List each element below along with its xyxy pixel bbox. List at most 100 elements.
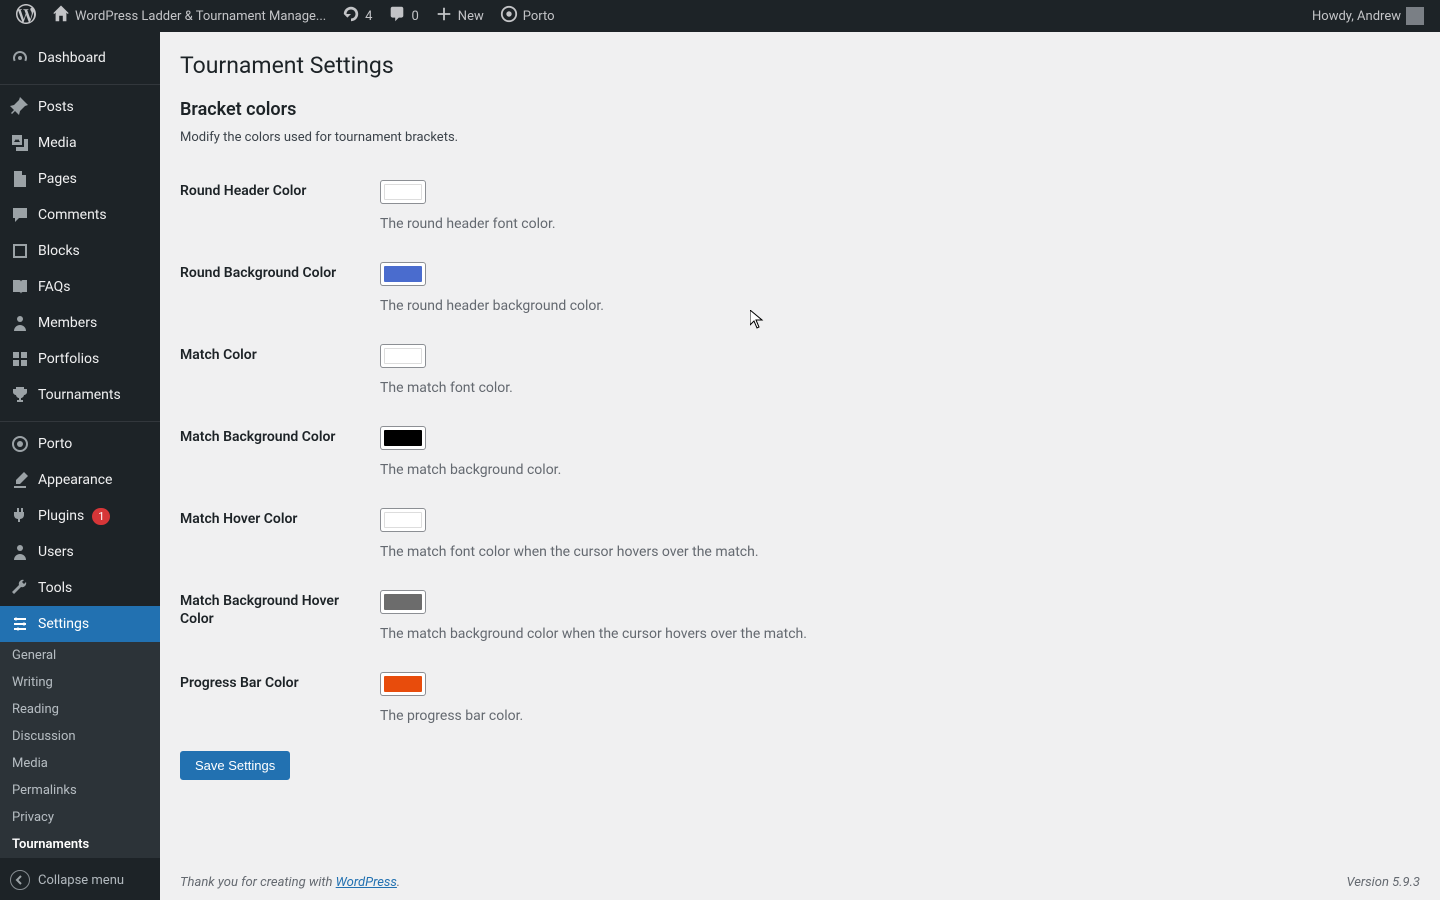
comments-count: 0 <box>411 9 418 24</box>
separator <box>0 417 160 422</box>
field-value: The round header font color. <box>380 180 1420 232</box>
sidebar-item-tools[interactable]: Tools <box>0 570 160 606</box>
color-picker[interactable] <box>380 262 426 286</box>
submenu-privacy[interactable]: Privacy <box>0 804 160 831</box>
submenu-discussion[interactable]: Discussion <box>0 723 160 750</box>
wrench-icon <box>10 578 30 598</box>
admin-bar: WordPress Ladder & Tournament Manage... … <box>0 0 1440 32</box>
trophy-icon <box>10 385 30 405</box>
sidebar-item-label: Users <box>38 544 74 560</box>
account[interactable]: Howdy, Andrew <box>1304 0 1432 32</box>
color-picker[interactable] <box>380 672 426 696</box>
sidebar-item-users[interactable]: Users <box>0 534 160 570</box>
field-value: The match font color when the cursor hov… <box>380 508 1420 560</box>
sidebar-item-label: Media <box>38 135 77 151</box>
field-label: Match Background Color <box>180 426 380 478</box>
page-icon <box>10 169 30 189</box>
field-help: The match background color when the curs… <box>380 626 1420 642</box>
sidebar-item-label: Settings <box>38 616 89 632</box>
wordpress-icon <box>16 4 36 28</box>
sidebar-item-label: Dashboard <box>38 50 106 66</box>
avatar <box>1406 7 1424 25</box>
save-button[interactable]: Save Settings <box>180 751 290 780</box>
field-row: Match Hover Color The match font color w… <box>180 493 1420 575</box>
sidebar-item-portfolios[interactable]: Portfolios <box>0 341 160 377</box>
submenu-permalinks[interactable]: Permalinks <box>0 777 160 804</box>
sidebar-item-label: Pages <box>38 171 77 187</box>
sidebar-item-label: Members <box>38 315 97 331</box>
field-help: The match font color when the cursor hov… <box>380 544 1420 560</box>
sidebar-item-comments[interactable]: Comments <box>0 197 160 233</box>
submenu-writing[interactable]: Writing <box>0 669 160 696</box>
sidebar-item-appearance[interactable]: Appearance <box>0 462 160 498</box>
settings-form: Round Header Color The round header font… <box>180 165 1420 739</box>
color-swatch <box>384 512 422 528</box>
collapse-menu[interactable]: Collapse menu <box>0 860 160 900</box>
sidebar-item-label: FAQs <box>38 279 71 295</box>
sidebar-item-media[interactable]: Media <box>0 125 160 161</box>
field-help: The round header font color. <box>380 216 1420 232</box>
footer-thanks: Thank you for creating with WordPress. <box>180 875 400 890</box>
color-picker[interactable] <box>380 426 426 450</box>
sidebar-item-members[interactable]: Members <box>0 305 160 341</box>
admin-sidebar: Dashboard Posts Media Pages Comments Blo… <box>0 32 160 900</box>
grid-icon <box>10 349 30 369</box>
submenu-media[interactable]: Media <box>0 750 160 777</box>
field-value: The progress bar color. <box>380 672 1420 724</box>
sidebar-item-porto[interactable]: Porto <box>0 426 160 462</box>
field-row: Round Background Color The round header … <box>180 247 1420 329</box>
block-icon <box>10 241 30 261</box>
field-row: Round Header Color The round header font… <box>180 165 1420 247</box>
color-picker[interactable] <box>380 344 426 368</box>
updates-count: 4 <box>365 9 372 24</box>
submenu-tournaments[interactable]: Tournaments <box>0 831 160 858</box>
submenu-general[interactable]: General <box>0 642 160 669</box>
sidebar-item-label: Porto <box>38 436 72 452</box>
field-row: Match Color The match font color. <box>180 329 1420 411</box>
footer: Thank you for creating with WordPress. V… <box>160 865 1440 900</box>
plug-icon <box>10 506 30 526</box>
color-swatch <box>384 266 422 282</box>
field-row: Match Background Color The match backgro… <box>180 411 1420 493</box>
porto-icon <box>500 5 518 27</box>
color-picker[interactable] <box>380 508 426 532</box>
porto-label: Porto <box>523 9 555 24</box>
sidebar-item-faqs[interactable]: FAQs <box>0 269 160 305</box>
sidebar-item-label: Portfolios <box>38 351 99 367</box>
sidebar-item-tournaments[interactable]: Tournaments <box>0 377 160 413</box>
comment-icon <box>388 5 406 27</box>
color-picker[interactable] <box>380 180 426 204</box>
sidebar-item-dashboard[interactable]: Dashboard <box>0 40 160 76</box>
field-label: Match Color <box>180 344 380 396</box>
field-label: Match Background Hover Color <box>180 590 380 642</box>
color-swatch <box>384 594 422 610</box>
field-value: The match font color. <box>380 344 1420 396</box>
plus-icon <box>435 5 453 27</box>
comments[interactable]: 0 <box>380 0 426 32</box>
pin-icon <box>10 97 30 117</box>
collapse-icon <box>10 870 30 890</box>
sidebar-item-plugins[interactable]: Plugins 1 <box>0 498 160 534</box>
field-label: Match Hover Color <box>180 508 380 560</box>
color-picker[interactable] <box>380 590 426 614</box>
new-content[interactable]: New <box>427 0 492 32</box>
submenu-reading[interactable]: Reading <box>0 696 160 723</box>
updates[interactable]: 4 <box>334 0 380 32</box>
wp-logo[interactable] <box>8 0 44 32</box>
sidebar-item-pages[interactable]: Pages <box>0 161 160 197</box>
page-title: Tournament Settings <box>180 52 1420 79</box>
porto-menu[interactable]: Porto <box>492 0 563 32</box>
settings-submenu: General Writing Reading Discussion Media… <box>0 642 160 858</box>
sidebar-item-posts[interactable]: Posts <box>0 89 160 125</box>
sidebar-item-settings[interactable]: Settings <box>0 606 160 642</box>
sidebar-item-label: Tournaments <box>38 387 121 403</box>
person-icon <box>10 313 30 333</box>
wordpress-link[interactable]: WordPress <box>336 875 397 890</box>
sidebar-item-blocks[interactable]: Blocks <box>0 233 160 269</box>
site-name[interactable]: WordPress Ladder & Tournament Manage... <box>44 0 334 32</box>
plugins-badge: 1 <box>92 508 110 525</box>
field-label: Round Header Color <box>180 180 380 232</box>
color-swatch <box>384 184 422 200</box>
main-content: Tournament Settings Bracket colors Modif… <box>160 32 1440 900</box>
collapse-label: Collapse menu <box>38 873 124 888</box>
